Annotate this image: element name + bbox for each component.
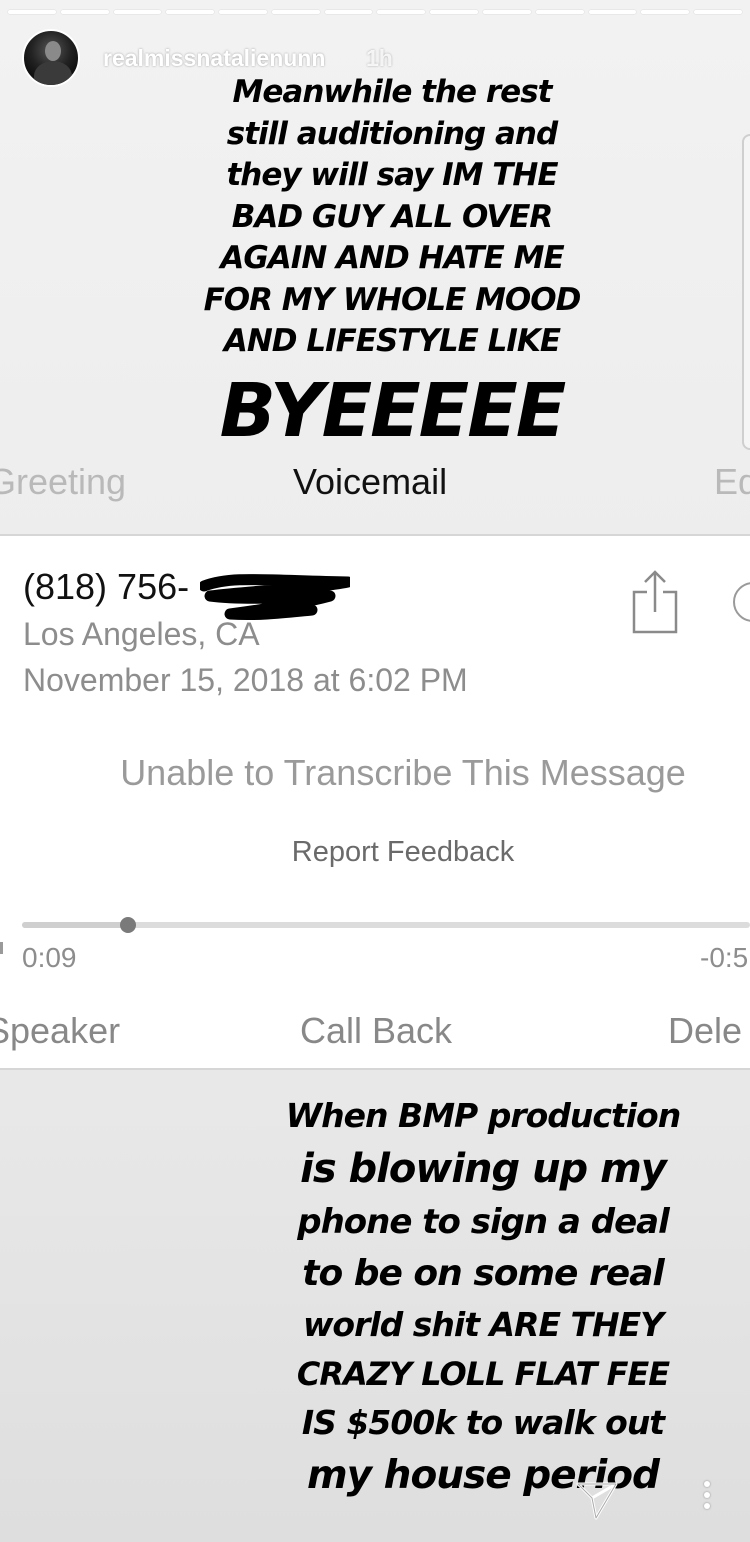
caption-line: they will say IM THE [226, 157, 558, 193]
tab-voicemail[interactable]: Voicemail [293, 460, 447, 504]
story-progress-segment [113, 10, 162, 14]
caller-phone-number: (818) 756- [23, 566, 190, 607]
caption-line: BAD GUY ALL OVER [231, 198, 554, 235]
report-feedback-link[interactable]: Report Feedback [0, 836, 750, 869]
story-progress-segment [219, 10, 267, 14]
caption-line: is blowing up my [300, 1146, 667, 1192]
story-progress-segment [8, 10, 56, 14]
redaction-scribble [200, 574, 350, 621]
caption-line: CRAZY LOLL FLAT FEE [296, 1355, 670, 1393]
time-ago: 1h [366, 45, 393, 71]
story-progress-segment [641, 10, 690, 14]
direct-message-icon[interactable] [574, 1476, 620, 1522]
caption-line: IS $500k to walk out [301, 1403, 665, 1442]
scrubber-edge-mark [0, 942, 3, 954]
voicemail-card: (818) 756- Los Angeles, CA November 15, … [0, 534, 750, 1070]
playback-scrubber[interactable] [22, 917, 750, 933]
playback-thumb[interactable] [119, 917, 136, 933]
story-progress-segment [166, 10, 215, 14]
avatar-face [45, 41, 61, 61]
more-options-icon[interactable] [700, 1481, 714, 1517]
caption-line: FOR MY WHOLE MOOD [203, 281, 582, 318]
caption-bottom: When BMP production is blowing up my pho… [252, 1090, 714, 1504]
caption-line: AGAIN AND HATE ME [220, 240, 564, 276]
caption-top: Meanwhile the rest still auditioning and… [190, 72, 594, 363]
story-progress-segment [694, 10, 742, 14]
story-progress-segment [60, 10, 109, 14]
caption-line: When BMP production [285, 1096, 681, 1135]
share-icon[interactable] [628, 566, 682, 638]
story-progress-segment [271, 10, 320, 14]
tab-edit[interactable]: Ed [714, 460, 750, 504]
caption-line: still auditioning and [226, 115, 558, 152]
caption-line: world shit ARE THEY [302, 1305, 664, 1344]
dot [704, 1481, 710, 1487]
delete-button[interactable]: Dele [668, 1010, 742, 1052]
scroll-indicator [742, 134, 750, 450]
tab-greeting[interactable]: Greeting [0, 460, 126, 504]
playback-progress [22, 922, 128, 928]
story-progress-segment [377, 10, 426, 14]
speaker-button[interactable]: Speaker [0, 1010, 120, 1052]
caption-line: to be on some real [302, 1253, 665, 1294]
caption-line: Meanwhile the rest [232, 74, 553, 110]
dot [704, 1492, 710, 1498]
dot [704, 1503, 710, 1509]
avatar[interactable] [22, 29, 80, 87]
story-progress-segment [430, 10, 479, 14]
caption-big-text: BYEEEEE [219, 368, 567, 454]
story-screen: realmissnatalienunn 1h Meanwhile the res… [0, 0, 750, 1542]
story-progress-segment [324, 10, 373, 14]
call-back-button[interactable]: Call Back [300, 1010, 452, 1052]
transcription-status: Unable to Transcribe This Message [120, 752, 686, 793]
caller-location: Los Angeles, CA [23, 616, 260, 652]
info-icon[interactable] [733, 582, 750, 622]
remaining-time: -0:5 [700, 942, 749, 973]
caption-line: AND LIFESTYLE LIKE [223, 323, 561, 359]
story-progress-segment [535, 10, 584, 14]
elapsed-time: 0:09 [22, 942, 77, 973]
avatar-body [34, 61, 72, 85]
story-progress-bar [8, 10, 742, 14]
story-progress-segment [588, 10, 637, 14]
voicemail-datetime: November 15, 2018 at 6:02 PM [23, 662, 468, 698]
story-progress-segment [483, 10, 531, 14]
username[interactable]: realmissnatalienunn [103, 45, 325, 72]
caption-line: my house period [307, 1453, 660, 1498]
caption-line: phone to sign a deal [297, 1202, 670, 1242]
